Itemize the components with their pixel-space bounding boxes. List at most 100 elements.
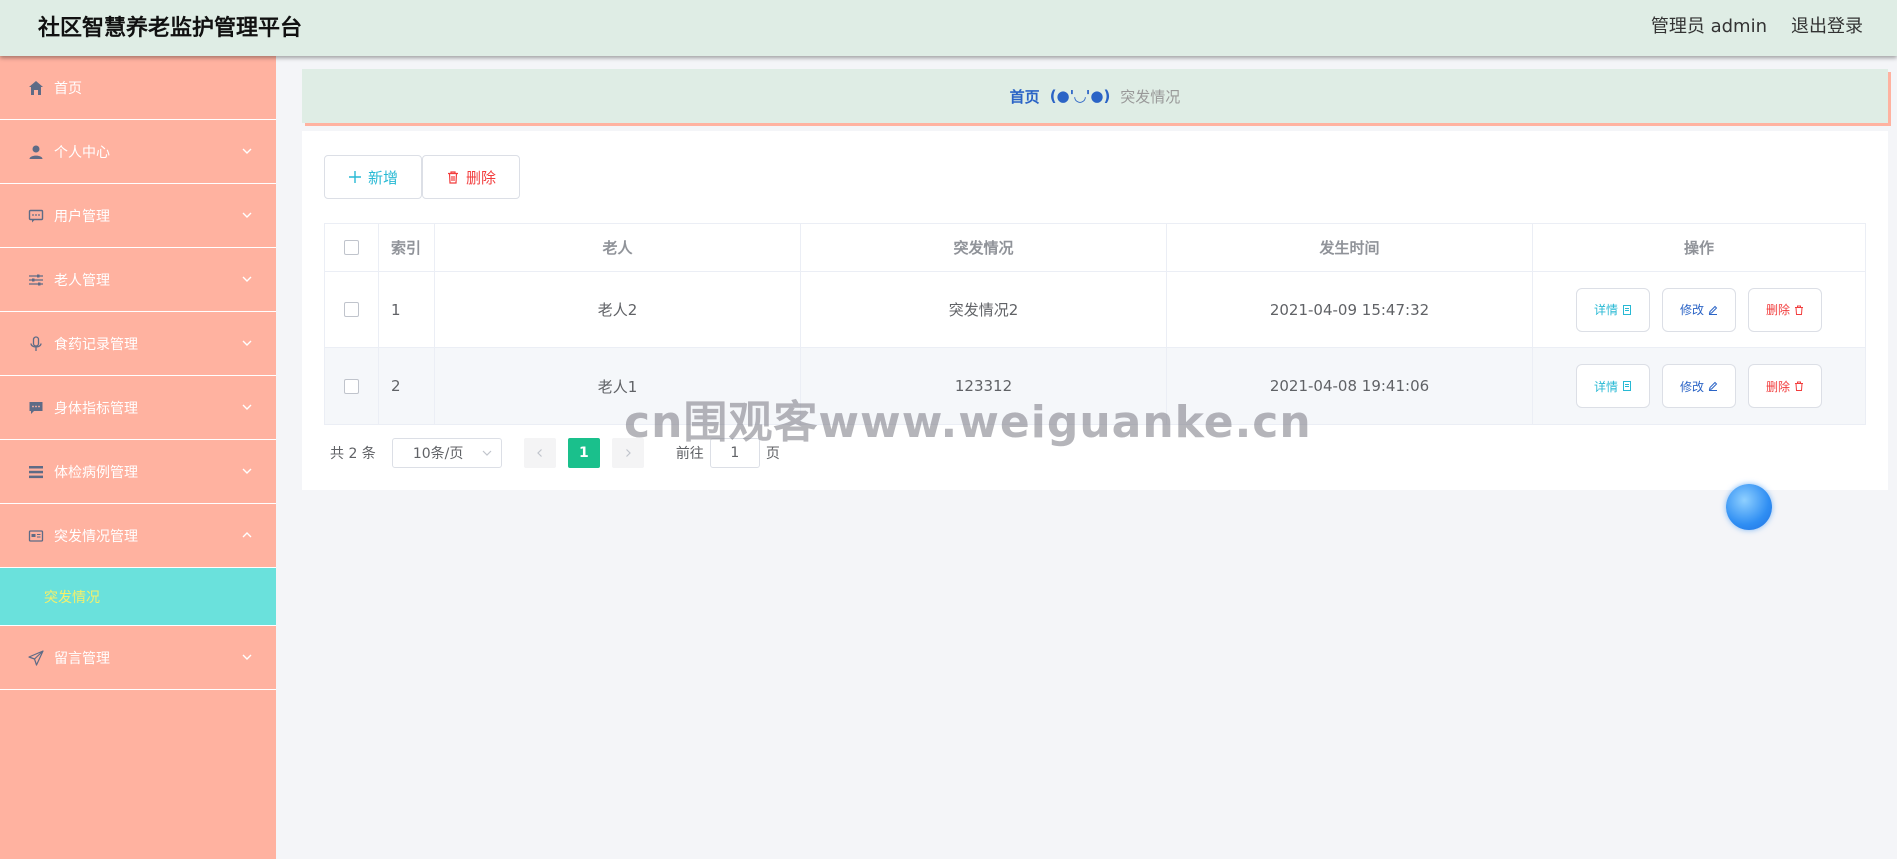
document-icon [1623,381,1631,391]
cell-elder: 老人1 [435,348,801,424]
goto-prefix: 前往 [675,446,704,462]
sidebar-item-label: 首页 [54,80,82,97]
sidebar-item-users[interactable]: 用户管理 [0,184,276,248]
emergency-table: 索引 老人 突发情况 发生时间 操作 1 老人2 突发情况2 2021-04-0… [324,223,1866,425]
cell-situation: 突发情况2 [801,272,1167,347]
sidebar-item-messages[interactable]: 留言管理 [0,626,276,690]
sidebar-item-label: 体检病例管理 [54,464,138,481]
edit-button[interactable]: 修改 [1662,364,1736,408]
trash-icon [447,171,458,184]
row-delete-button[interactable]: 删除 [1748,364,1822,408]
chevron-left-icon [536,449,542,457]
sidebar-item-label: 个人中心 [54,144,110,161]
table-header-row: 索引 老人 突发情况 发生时间 操作 [325,224,1865,272]
delete-button[interactable]: 删除 [422,155,520,199]
cell-time: 2021-04-09 15:47:32 [1167,272,1533,347]
select-all-checkbox[interactable] [344,240,359,255]
sidebar-item-label: 老人管理 [54,272,110,289]
row-checkbox[interactable] [344,378,359,394]
page-size-select[interactable]: 10条/页 [391,438,502,468]
logout-link[interactable]: 退出登录 [1791,12,1863,38]
page-number[interactable]: 1 [567,438,600,468]
breadcrumb-current: 突发情况 [1120,87,1181,106]
pagination: 共 2 条 10条/页 1 前往 页 [330,437,780,469]
cell-operations: 详情 修改 删除 [1533,348,1865,424]
trash-icon [1795,381,1803,391]
chevron-down-icon [242,212,252,218]
document-icon [1623,304,1631,315]
delete-button-label: 删除 [465,168,496,187]
goto-suffix: 页 [765,446,780,462]
sidebar-item-food-medicine[interactable]: 食药记录管理 [0,312,276,376]
detail-button[interactable]: 详情 [1576,364,1650,408]
home-icon [26,78,46,98]
cell-index: 2 [379,348,435,424]
table-row: 2 老人1 123312 2021-04-08 19:41:06 详情 修改 删… [325,348,1865,424]
sidebar-item-home[interactable]: 首页 [0,56,276,120]
header-select-cell [325,224,379,271]
prev-page-button[interactable] [523,438,556,468]
sidebar-item-elders[interactable]: 老人管理 [0,248,276,312]
sidebar-item-profile[interactable]: 个人中心 [0,120,276,184]
cell-index: 1 [379,272,435,347]
next-page-button[interactable] [611,438,644,468]
pagination-total: 共 2 条 [330,446,376,462]
chevron-down-icon [242,148,252,154]
header-elder: 老人 [435,224,801,271]
microphone-icon [26,334,46,354]
main-panel: 新增 删除 索引 老人 突发情况 发生时间 操作 1 老人2 突发情况2 202… [302,131,1888,490]
edit-button-label: 修改 [1679,379,1704,394]
chat-icon [26,206,46,226]
goto-page-input[interactable] [709,438,760,468]
trash-icon [1795,305,1803,315]
edit-button[interactable]: 修改 [1662,287,1736,332]
breadcrumb-separator: (●'◡'●) [1049,87,1111,105]
row-select-cell [325,348,379,424]
row-select-cell [325,272,379,347]
floating-assistant-button[interactable] [1726,484,1772,530]
goto-page: 前往 页 [676,438,780,468]
card-icon [26,526,46,546]
detail-button-label: 详情 [1593,379,1618,394]
plus-icon [348,171,361,183]
table-row: 1 老人2 突发情况2 2021-04-09 15:47:32 详情 修改 删除 [325,272,1865,348]
detail-button-label: 详情 [1593,303,1618,317]
sidebar-item-emergency[interactable]: 突发情况管理 [0,504,276,568]
row-delete-button[interactable]: 删除 [1748,287,1822,332]
edit-button-label: 修改 [1679,303,1704,317]
pencil-icon [1708,381,1718,391]
header-time: 发生时间 [1167,224,1533,271]
sidebar-item-label: 用户管理 [54,208,110,225]
sidebar-item-label: 留言管理 [54,650,110,667]
sidebar-item-label: 突发情况管理 [54,528,138,545]
add-button-label: 新增 [367,168,398,187]
chevron-down-icon [242,468,252,474]
row-delete-button-label: 删除 [1765,379,1790,394]
sidebar-item-label: 食药记录管理 [54,336,138,353]
chevron-up-icon [242,532,252,538]
chevron-right-icon [625,449,631,457]
header-situation: 突发情况 [801,224,1167,271]
cell-time: 2021-04-08 19:41:06 [1167,348,1533,424]
sidebar-subitem-emergency[interactable]: 突发情况 [0,568,276,626]
sliders-icon [26,270,46,290]
detail-button[interactable]: 详情 [1576,287,1650,332]
sidebar-item-medical-records[interactable]: 体检病例管理 [0,440,276,504]
pencil-icon [1708,305,1718,315]
row-checkbox[interactable] [344,302,359,317]
page-size-value: 10条/页 [412,446,464,462]
admin-label: 管理员 admin [1650,16,1767,37]
list-icon [26,462,46,482]
breadcrumb-home[interactable]: 首页 [1010,86,1040,107]
sidebar-item-body-metrics[interactable]: 身体指标管理 [0,376,276,440]
header-index: 索引 [379,224,435,271]
sidebar: 首页 个人中心 用户管理 老人管理 食药记录管理 身体指标管理 体检病例管理 突… [0,56,276,859]
chevron-down-icon [242,654,252,660]
chevron-down-icon [242,340,252,346]
send-icon [26,648,46,668]
cell-operations: 详情 修改 删除 [1533,272,1865,347]
breadcrumb: 首页 (●'◡'●) 突发情况 [302,69,1888,123]
cell-elder: 老人2 [435,272,801,347]
row-delete-button-label: 删除 [1765,303,1790,317]
add-button[interactable]: 新增 [324,155,422,199]
